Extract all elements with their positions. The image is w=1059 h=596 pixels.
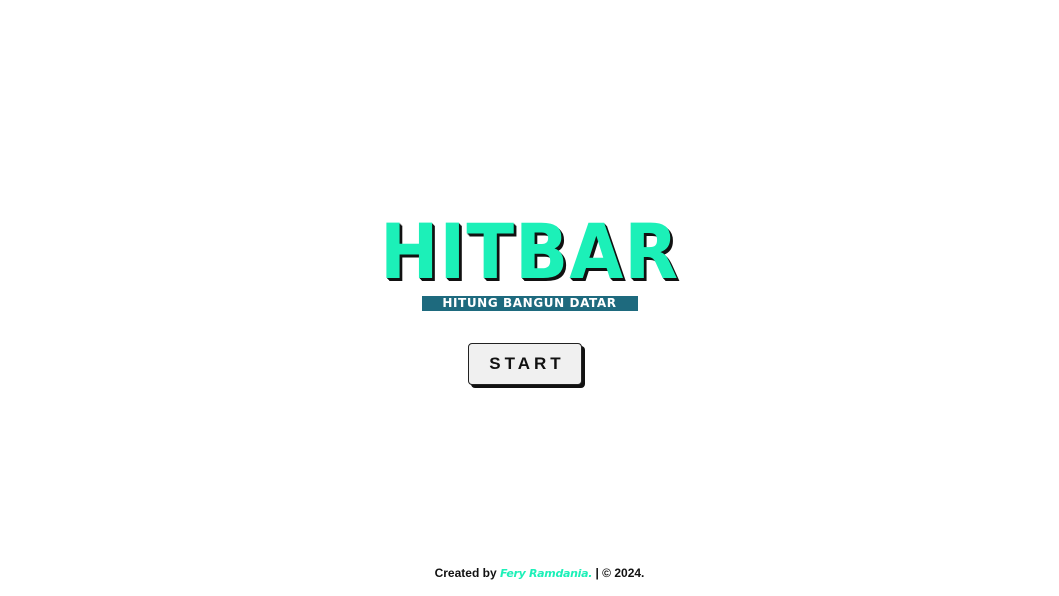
logo-subtitle-wrap: HITUNG BANGUN DATAR <box>0 294 1059 312</box>
logo: HITBAR HITUNG BANGUN DATAR <box>0 214 1059 312</box>
start-button-wrap: START <box>468 343 582 385</box>
logo-subtitle: HITUNG BANGUN DATAR <box>421 296 638 311</box>
logo-title: HITBAR <box>380 207 679 296</box>
footer-created-by: Created by <box>434 566 500 580</box>
footer: Created by Fery Ramdania. | © 2024. <box>0 566 1059 580</box>
footer-copyright: | © 2024. <box>592 566 645 580</box>
app-page: HITBAR HITUNG BANGUN DATAR START Created… <box>0 0 1059 596</box>
start-button[interactable]: START <box>468 343 582 385</box>
author-link[interactable]: Fery Ramdania. <box>500 567 593 580</box>
